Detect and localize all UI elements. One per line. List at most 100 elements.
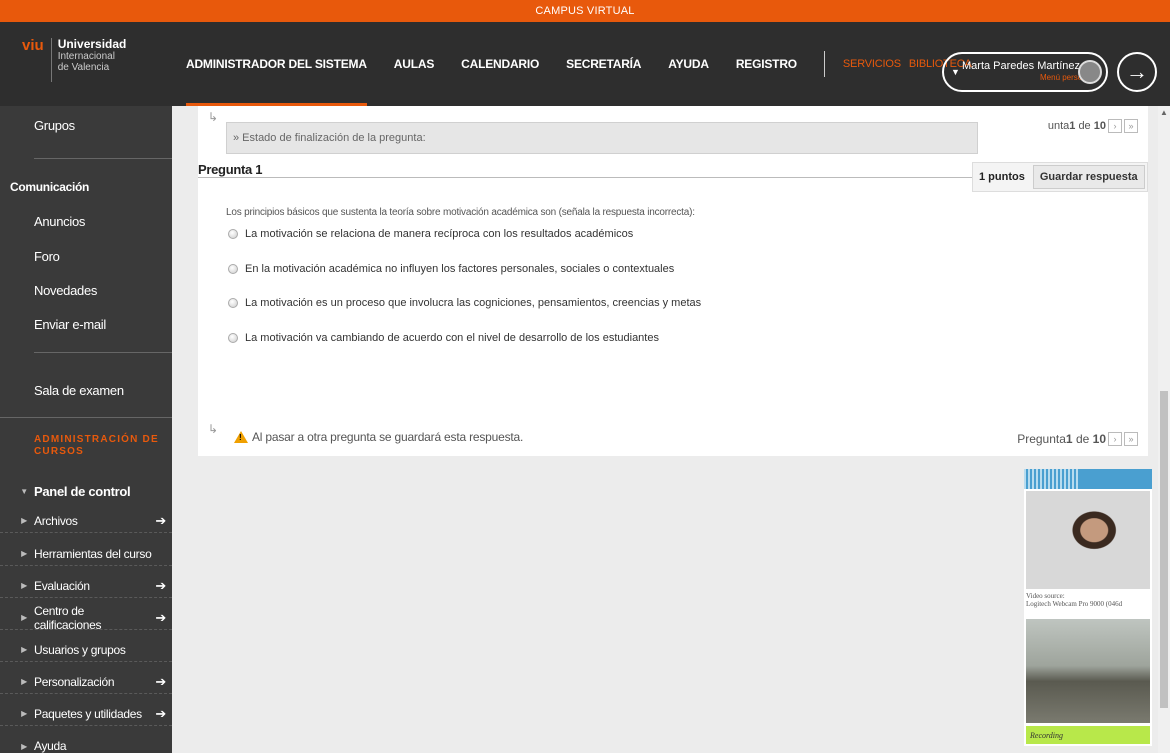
answer-option-2[interactable]: En la motivación académica no influyen l…	[228, 263, 674, 275]
radio-icon[interactable]	[228, 264, 238, 274]
question-title-rule	[198, 177, 972, 178]
sidebar-item-sala-examen[interactable]: Sala de examen	[34, 383, 124, 398]
room-camera-feed	[1026, 619, 1150, 723]
logout-arrow-icon: →	[1126, 59, 1148, 84]
nav-divider	[823, 51, 825, 77]
triangle-right-icon: ▶	[21, 645, 27, 654]
sidebar-item-novedades[interactable]: Novedades	[34, 283, 97, 298]
sidebar-divider	[34, 158, 172, 159]
question-of: de	[1075, 432, 1090, 446]
control-panel-toggle[interactable]: ▼ Panel de control	[0, 479, 172, 503]
viu-logo[interactable]: viu Universidad Internacional de Valenci…	[22, 38, 126, 82]
next-question-button[interactable]: ›	[1108, 119, 1122, 133]
nav-registro[interactable]: REGISTRO	[736, 22, 797, 106]
campus-topbar: CAMPUS VIRTUAL	[0, 0, 1170, 22]
webcam-feed	[1026, 491, 1150, 589]
sidebar-divider	[34, 352, 172, 353]
logo-line-2: Internacional	[57, 51, 115, 62]
completion-status-label: » Estado de finalización de la pregunta:	[233, 132, 426, 144]
question-points: 1 puntos	[979, 171, 1025, 183]
nav-ayuda[interactable]: AYUDA	[668, 22, 709, 106]
cp-item-paquetes[interactable]: ▶ Paquetes y utilidades ➔	[0, 702, 172, 726]
cp-item-herramientas[interactable]: ▶ Herramientas del curso	[0, 542, 172, 566]
answer-option-label: La motivación es un proceso que involucr…	[245, 297, 702, 309]
sidebar-item-enviar-email[interactable]: Enviar e-mail	[34, 317, 106, 332]
triangle-right-icon: ▶	[21, 516, 27, 525]
triangle-right-icon: ▶	[21, 549, 27, 558]
answer-option-4[interactable]: La motivación va cambiando de acuerdo co…	[228, 332, 659, 344]
control-panel-label: Panel de control	[34, 483, 131, 499]
question-current: 1	[1069, 120, 1076, 132]
logout-button[interactable]: →	[1117, 52, 1157, 92]
last-question-button[interactable]: »	[1124, 432, 1138, 446]
user-name: Marta Paredes Martínez	[962, 60, 1080, 72]
sidebar-item-anuncios[interactable]: Anuncios	[34, 214, 85, 229]
save-warning-text: Al pasar a otra pregunta se guardará est…	[252, 430, 524, 444]
question-prompt: Los principios básicos que sustenta la t…	[226, 207, 695, 218]
triangle-right-icon: ▶	[21, 741, 27, 751]
radio-icon[interactable]	[228, 333, 238, 343]
page-scrollbar[interactable]: ▲	[1158, 106, 1170, 753]
arrow-right-icon: ➔	[155, 577, 166, 593]
audio-level-meter	[1024, 469, 1152, 489]
triangle-right-icon: ▶	[21, 709, 27, 718]
cp-item-ayuda[interactable]: ▶ Ayuda	[0, 734, 172, 753]
sidebar-item-foro[interactable]: Foro	[34, 249, 60, 264]
recording-indicator: Recording	[1026, 726, 1150, 744]
main-nav: ADMINISTRADOR DEL SISTEMA AULAS CALENDAR…	[186, 22, 980, 106]
cp-item-archivos[interactable]: ▶ Archivos ➔	[0, 509, 172, 533]
answer-option-3[interactable]: La motivación es un proceso que involucr…	[228, 297, 701, 309]
cp-item-label: Paquetes y utilidades	[34, 706, 142, 721]
radio-icon[interactable]	[228, 229, 238, 239]
cp-item-label: Ayuda	[34, 739, 67, 753]
nav-admin-sistema[interactable]: ADMINISTRADOR DEL SISTEMA	[186, 22, 367, 106]
corner-arrow-icon: ↳	[208, 422, 219, 436]
answer-option-label: La motivación se relaciona de manera rec…	[245, 228, 634, 240]
cp-item-calificaciones[interactable]: ▶ Centro de calificaciones ➔	[0, 603, 172, 632]
user-menu[interactable]: ▼ Marta Paredes Martínez Menú personal	[942, 52, 1108, 92]
cp-item-usuarios[interactable]: ▶ Usuarios y grupos	[0, 638, 172, 662]
question-of: de	[1078, 120, 1091, 132]
nav-servicios[interactable]: SERVICIOS	[843, 22, 901, 106]
question-total: 10	[1092, 432, 1106, 446]
next-question-button[interactable]: ›	[1108, 432, 1122, 446]
sidebar-heading-administracion: ADMINISTRACIÓN DE CURSOS	[34, 434, 159, 457]
proctoring-widget: Video source: Logitech Webcam Pro 9000 (…	[1024, 469, 1152, 746]
cp-item-label: Centro de calificaciones	[34, 603, 102, 632]
nav-calendario[interactable]: CALENDARIO	[461, 22, 539, 106]
question-title: Pregunta 1	[198, 162, 263, 177]
corner-arrow-icon: ↳	[208, 110, 219, 124]
question-nav-top: unta 1 de 10 › »	[1048, 119, 1138, 133]
answer-option-label: La motivación va cambiando de acuerdo co…	[245, 332, 659, 344]
radio-icon[interactable]	[228, 298, 238, 308]
triangle-right-icon: ▶	[21, 581, 27, 590]
question-nav-bottom: Pregunta 1 de 10 › »	[1017, 432, 1138, 446]
video-source-title: Video source:	[1026, 592, 1065, 600]
arrow-right-icon: ➔	[155, 512, 166, 528]
nav-secretaria[interactable]: SECRETARÍA	[566, 22, 641, 106]
site-header: viu Universidad Internacional de Valenci…	[0, 22, 1170, 106]
last-question-button[interactable]: »	[1124, 119, 1138, 133]
question-tools: 1 puntos Guardar respuesta	[972, 162, 1148, 192]
save-answer-button[interactable]: Guardar respuesta	[1032, 165, 1145, 189]
video-source-value: Logitech Webcam Pro 9000 (046d	[1026, 600, 1123, 608]
cp-item-label: Personalización	[34, 674, 115, 689]
nav-aulas[interactable]: AULAS	[394, 22, 435, 106]
sidebar-item-grupos[interactable]: Grupos	[34, 118, 75, 133]
video-source-label: Video source: Logitech Webcam Pro 9000 (…	[1026, 592, 1152, 608]
question-current: 1	[1065, 432, 1073, 446]
cp-item-label: Evaluación	[34, 578, 90, 593]
save-warning: ! Al pasar a otra pregunta se guardará e…	[226, 430, 523, 444]
completion-status[interactable]: » Estado de finalización de la pregunta:	[226, 122, 978, 154]
logo-line-1: Universidad	[57, 37, 127, 51]
answer-option-1[interactable]: La motivación se relaciona de manera rec…	[228, 228, 633, 240]
logo-line-3: de Valencia	[57, 62, 110, 73]
arrow-right-icon: ➔	[155, 673, 166, 689]
cp-item-personalizacion[interactable]: ▶ Personalización ➔	[0, 670, 172, 694]
scrollbar-thumb[interactable]	[1160, 391, 1168, 708]
scroll-up-icon[interactable]: ▲	[1160, 108, 1168, 117]
avatar	[1078, 60, 1102, 84]
logo-mark: viu	[22, 37, 44, 54]
cp-item-label: Herramientas del curso	[34, 546, 152, 561]
cp-item-evaluacion[interactable]: ▶ Evaluación ➔	[0, 574, 172, 598]
